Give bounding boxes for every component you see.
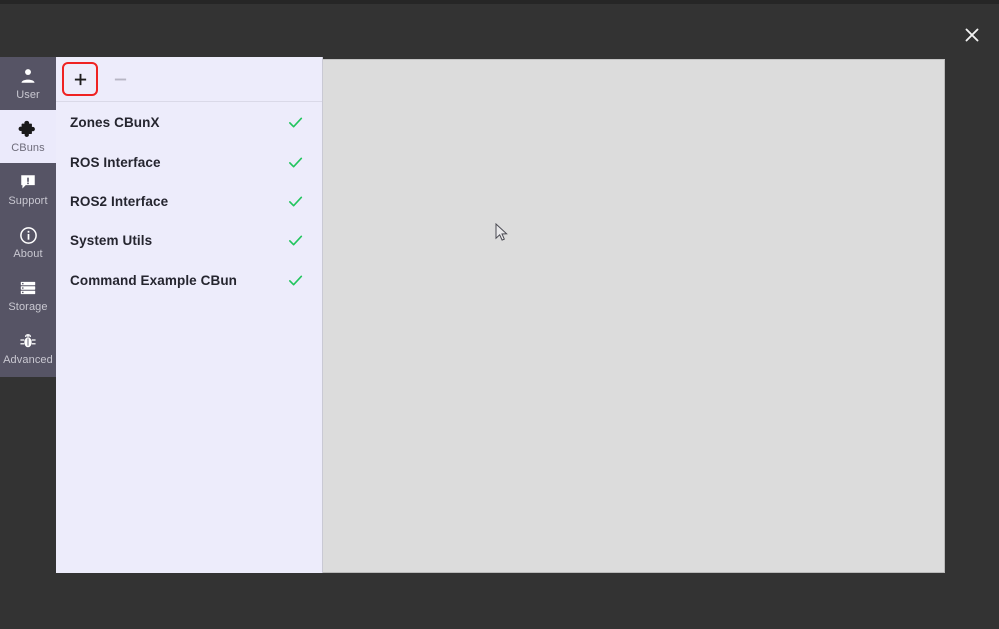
sidebar-item-label: Support xyxy=(8,195,48,207)
app-window: User CBuns Support About Storage Advance… xyxy=(0,0,999,629)
sidebar-item-label: User xyxy=(16,89,40,101)
list-item[interactable]: System Utils xyxy=(56,221,322,260)
minus-icon xyxy=(113,72,128,87)
cbun-detail-panel xyxy=(323,59,945,573)
cbun-name: Zones CBunX xyxy=(70,115,160,131)
check-icon xyxy=(287,272,304,289)
sidebar-item-advanced[interactable]: Advanced xyxy=(0,322,56,375)
cbuns-list-panel: Zones CBunX ROS Interface ROS2 Interface xyxy=(56,57,323,573)
cbun-name: ROS2 Interface xyxy=(70,193,169,209)
remove-cbun-button[interactable] xyxy=(104,64,136,94)
close-button[interactable] xyxy=(959,22,985,48)
sidebar-item-storage[interactable]: Storage xyxy=(0,269,56,322)
list-item[interactable]: Zones CBunX xyxy=(56,103,322,142)
list-item[interactable]: Command Example CBun xyxy=(56,261,322,300)
list-item[interactable]: ROS2 Interface xyxy=(56,182,322,221)
sidebar-item-user[interactable]: User xyxy=(0,57,56,110)
cbuns-toolbar xyxy=(56,57,322,102)
sidebar: User CBuns Support About Storage Advance… xyxy=(0,57,56,377)
storage-list-icon xyxy=(19,278,37,298)
list-item[interactable]: ROS Interface xyxy=(56,142,322,181)
cbuns-list: Zones CBunX ROS Interface ROS2 Interface xyxy=(56,103,322,573)
sidebar-item-label: Advanced xyxy=(3,354,53,366)
plus-icon xyxy=(73,72,88,87)
add-cbun-button[interactable] xyxy=(62,62,98,96)
check-icon xyxy=(287,154,304,171)
check-icon xyxy=(287,232,304,249)
sidebar-item-label: Storage xyxy=(8,301,48,313)
title-bar xyxy=(0,4,999,57)
speech-bubble-alert-icon xyxy=(19,172,37,192)
sidebar-item-about[interactable]: About xyxy=(0,216,56,269)
puzzle-piece-icon xyxy=(18,119,38,139)
cbun-name: Command Example CBun xyxy=(70,272,238,288)
bug-icon xyxy=(19,331,37,351)
cbun-name: ROS Interface xyxy=(70,154,161,170)
user-icon xyxy=(19,66,37,86)
sidebar-item-label: CBuns xyxy=(11,142,45,154)
cbun-name: System Utils xyxy=(70,233,153,249)
sidebar-item-support[interactable]: Support xyxy=(0,163,56,216)
sidebar-item-label: About xyxy=(13,248,43,260)
check-icon xyxy=(287,193,304,210)
close-icon xyxy=(963,26,981,44)
check-icon xyxy=(287,114,304,131)
sidebar-item-cbuns[interactable]: CBuns xyxy=(0,110,56,163)
info-circle-icon xyxy=(19,225,38,245)
